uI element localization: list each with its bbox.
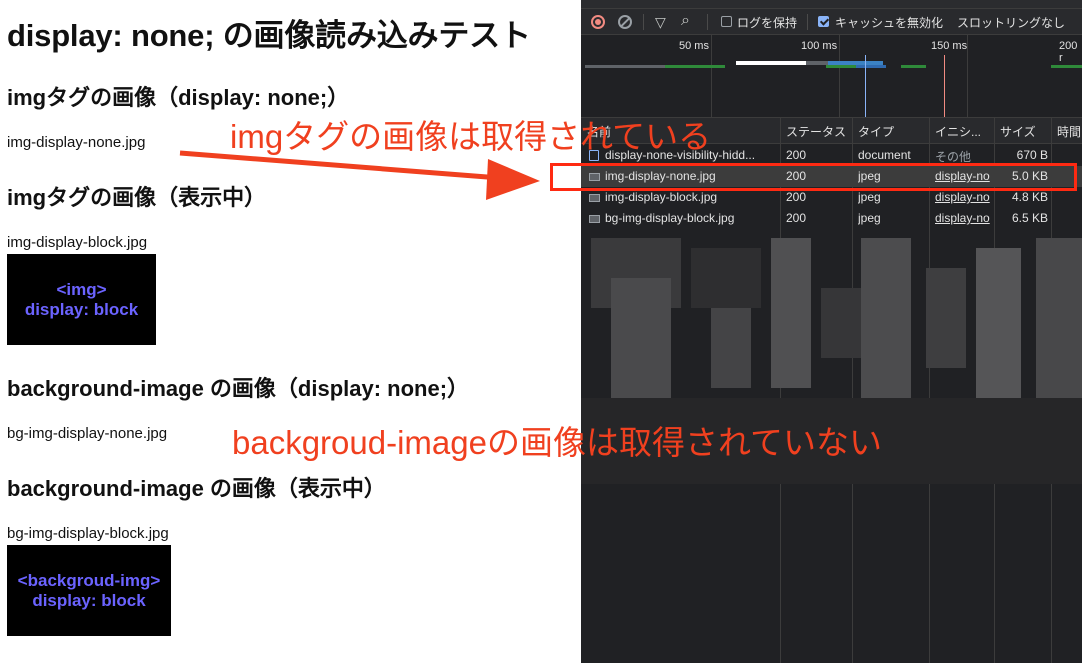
filename-img-block: img-display-block.jpg [7, 234, 147, 251]
timeline-bar [806, 61, 828, 65]
row-size: 4.8 KB [995, 190, 1048, 204]
timeline-tick-label: 200 r [1059, 40, 1082, 64]
preserve-log-label[interactable]: ログを保持 [737, 14, 797, 31]
column-header-status[interactable]: ステータス [786, 123, 846, 140]
annotation-fetched: imgタグの画像は取得されている [230, 110, 711, 158]
timeline-tick-label: 150 ms [931, 40, 967, 52]
filename-bg-none: bg-img-display-none.jpg [7, 425, 167, 442]
preserve-log-checkbox[interactable] [721, 16, 732, 27]
image-text-line2: display: block [32, 591, 145, 611]
row-type: document [858, 148, 911, 162]
dom-content-loaded-marker [865, 55, 866, 117]
record-icon[interactable] [591, 15, 605, 29]
row-size: 670 B [995, 148, 1048, 162]
timeline-bar [1051, 65, 1082, 68]
section-heading-img-none: imgタグの画像（display: none;） [7, 80, 349, 112]
row-initiator-link[interactable]: display-no [935, 190, 993, 204]
img-display-block-image: <img> display: block [7, 254, 156, 345]
column-header-size[interactable]: サイズ [1000, 123, 1036, 140]
toolbar-divider [807, 14, 808, 30]
network-timeline-overview[interactable]: 50 ms 100 ms 150 ms 200 r [581, 35, 1082, 118]
section-heading-bg-none: background-image の画像（display: none;） [7, 371, 469, 403]
timeline-tick-label: 100 ms [801, 40, 837, 52]
network-toolbar: ▽ ⌕ ログを保持 キャッシュを無効化 スロットリングなし [581, 0, 1082, 35]
throttling-select[interactable]: スロットリングなし [957, 14, 1065, 31]
row-status: 200 [786, 190, 806, 204]
filter-icon[interactable]: ▽ [655, 14, 666, 31]
timeline-gridline [967, 35, 968, 117]
web-page: display: none; の画像読み込みテスト imgタグの画像（displ… [0, 0, 581, 663]
highlight-box [550, 163, 1077, 191]
image-text-line1: <backgroud-img> [18, 571, 161, 591]
image-text-line1: <img> [56, 280, 106, 300]
toolbar-divider [707, 14, 708, 30]
bg-img-display-block-image: <backgroud-img> display: block [7, 545, 171, 636]
clear-icon[interactable] [618, 15, 632, 29]
row-type: jpeg [858, 190, 881, 204]
row-name: bg-img-display-block.jpg [605, 211, 777, 225]
timeline-gridline [839, 35, 840, 117]
filename-bg-block: bg-img-display-block.jpg [7, 525, 169, 542]
column-header-time[interactable]: 時間 [1057, 123, 1081, 140]
timeline-bar [736, 61, 806, 65]
table-row[interactable]: bg-img-display-block.jpg 200 jpeg displa… [581, 208, 1082, 229]
timeline-bar [856, 65, 886, 68]
load-event-marker [944, 55, 945, 117]
devtools-network-panel: ▽ ⌕ ログを保持 キャッシュを無効化 スロットリングなし 50 ms 100 … [581, 0, 1082, 663]
row-status: 200 [786, 148, 806, 162]
column-header-type[interactable]: タイプ [858, 123, 894, 140]
timeline-bar [826, 65, 856, 68]
timeline-gridline [711, 35, 712, 117]
image-text-line2: display: block [25, 300, 138, 320]
image-icon [589, 215, 600, 223]
disable-cache-checkbox[interactable] [818, 16, 829, 27]
row-status: 200 [786, 211, 806, 225]
row-size: 6.5 KB [995, 211, 1048, 225]
section-heading-img-block: imgタグの画像（表示中） [7, 180, 266, 212]
timeline-tick-label: 50 ms [679, 40, 709, 52]
row-initiator-link[interactable]: display-no [935, 211, 993, 225]
section-heading-bg-block: background-image の画像（表示中） [7, 471, 386, 503]
timeline-bar [901, 65, 926, 68]
row-type: jpeg [858, 211, 881, 225]
search-icon[interactable]: ⌕ [681, 12, 690, 30]
filename-img-none: img-display-none.jpg [7, 134, 145, 151]
annotation-not-fetched: backgroud-imageの画像は取得されていない [232, 416, 882, 464]
column-header-initiator[interactable]: イニシ... [935, 123, 981, 140]
disable-cache-label[interactable]: キャッシュを無効化 [835, 14, 943, 31]
toolbar-divider [643, 14, 644, 30]
devtools-tab-strip [581, 0, 1082, 9]
row-name: img-display-block.jpg [605, 190, 777, 204]
timeline-bar [665, 65, 725, 68]
image-icon [589, 194, 600, 202]
page-title: display: none; の画像読み込みテスト [7, 10, 531, 55]
